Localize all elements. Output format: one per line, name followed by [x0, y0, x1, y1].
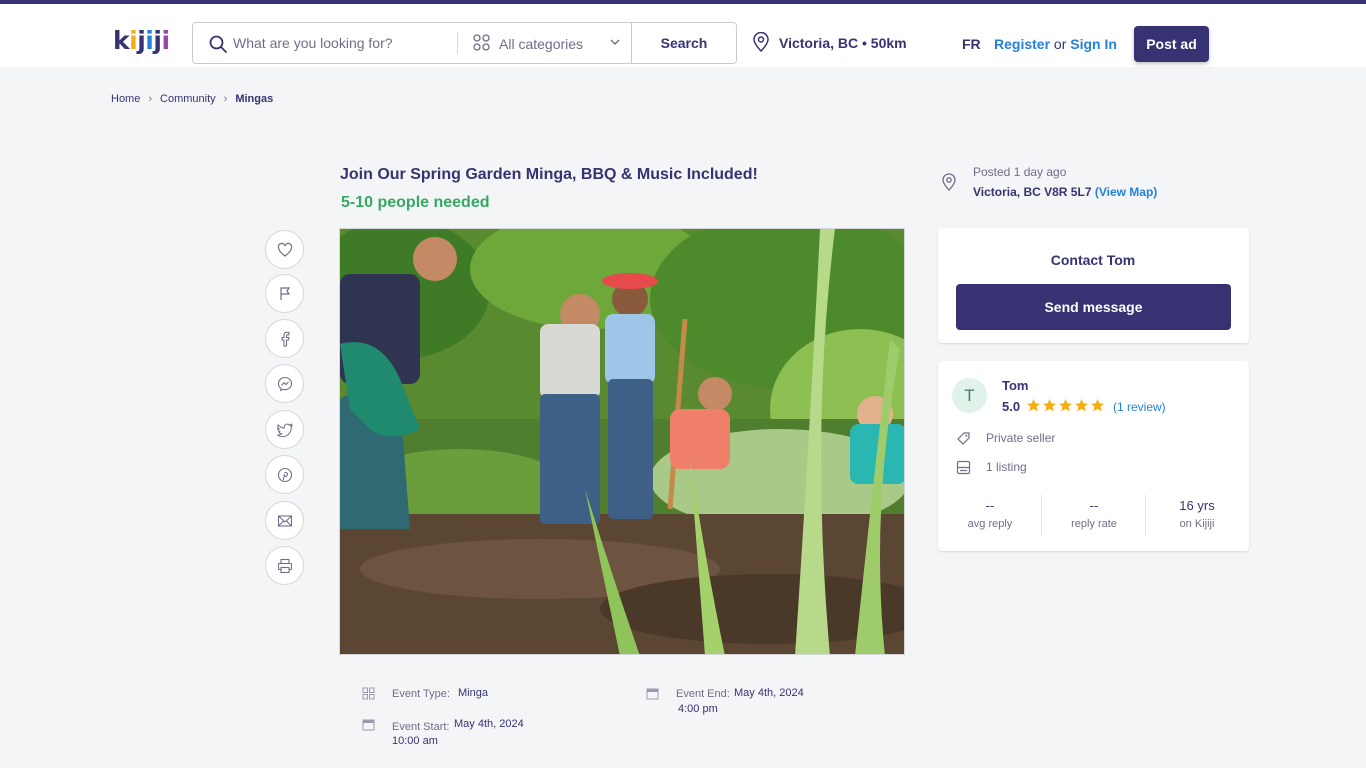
post-ad-button[interactable]: Post ad	[1134, 26, 1209, 62]
event-start-time: 10:00 am	[392, 735, 438, 747]
categories-grid-icon	[473, 34, 490, 51]
event-start-row: Event Start: May 4th, 2024 10:00 am	[362, 718, 612, 750]
calendar-icon	[646, 688, 659, 700]
posted-date: Posted 1 day ago	[973, 165, 1067, 179]
event-start-label: Event Start:	[392, 721, 450, 733]
ad-photo[interactable]	[339, 228, 905, 655]
listings-count[interactable]: 1 listing	[986, 460, 1027, 474]
twitter-icon	[277, 423, 293, 438]
event-end-date: May 4th, 2024	[734, 687, 804, 699]
breadcrumb-separator-icon: ›	[223, 93, 228, 105]
stat-value: --	[985, 498, 995, 513]
share-messenger-button[interactable]	[265, 364, 304, 403]
stat-value: --	[1089, 498, 1099, 513]
ad-title: Join Our Spring Garden Minga, BBQ & Musi…	[340, 166, 758, 183]
rating-stars	[1026, 398, 1106, 414]
star-icon	[1091, 399, 1104, 412]
seller-type-row: Private seller	[956, 431, 1156, 447]
seller-name[interactable]: Tom	[1002, 378, 1028, 393]
register-link[interactable]: Register	[994, 36, 1050, 52]
contact-title: Contact Tom	[1050, 252, 1136, 268]
search-icon	[209, 35, 227, 53]
seller-rating: 5.0	[1002, 399, 1021, 414]
listings-row: 1 listing	[956, 460, 1156, 476]
avatar[interactable]: T	[952, 378, 987, 413]
listing-icon	[956, 460, 971, 475]
language-toggle[interactable]: FR	[962, 36, 981, 52]
garden-photo-image	[340, 229, 904, 654]
search-button[interactable]: Search	[632, 22, 737, 64]
share-pinterest-button[interactable]	[265, 455, 304, 494]
event-start-date: May 4th, 2024	[454, 718, 524, 730]
messenger-icon	[277, 376, 293, 392]
seller-type: Private seller	[986, 431, 1056, 445]
stat-reply-rate: -- reply rate	[1042, 498, 1146, 530]
listing-address: Victoria, BC V8R 5L7 (View Map)	[973, 185, 1157, 199]
print-button[interactable]	[265, 546, 304, 585]
calendar-icon	[362, 719, 375, 731]
stat-label: avg reply	[967, 518, 1013, 530]
reviews-link[interactable]: (1 review)	[1113, 400, 1166, 414]
people-needed: 5-10 people needed	[341, 194, 490, 211]
star-icon	[1027, 399, 1040, 412]
star-icon	[1075, 399, 1088, 412]
breadcrumb-current: Mingas	[235, 93, 274, 105]
or-text: or	[1053, 36, 1067, 52]
event-type-value: Minga	[458, 687, 488, 699]
category-icon	[362, 687, 375, 700]
breadcrumb: Home › Community › Mingas	[111, 93, 273, 105]
category-select[interactable]: All categories	[473, 23, 631, 63]
stat-label: on Kijiji	[1179, 518, 1215, 530]
email-icon	[277, 515, 293, 527]
report-button[interactable]	[265, 274, 304, 313]
heart-icon	[277, 242, 293, 257]
map-pin-icon	[753, 32, 769, 52]
facebook-icon	[281, 331, 290, 347]
stat-value: 16 yrs	[1179, 498, 1215, 513]
kijiji-logo[interactable]: kijiji	[113, 26, 170, 55]
stat-years-on-kijiji: 16 yrs on Kijiji	[1145, 498, 1249, 530]
tag-icon	[957, 432, 970, 445]
breadcrumb-home[interactable]: Home	[111, 93, 140, 105]
map-pin-icon	[942, 173, 956, 191]
stat-avg-reply: -- avg reply	[938, 498, 1042, 530]
share-facebook-button[interactable]	[265, 319, 304, 358]
auth-links: Register or Sign In	[994, 36, 1117, 52]
chevron-down-icon	[610, 39, 620, 45]
event-end-time: 4:00 pm	[678, 703, 718, 715]
event-end-row: Event End: May 4th, 2024 4:00 pm	[646, 687, 896, 719]
search-divider	[457, 32, 458, 54]
breadcrumb-community[interactable]: Community	[160, 93, 216, 105]
site-header: kijiji All categories Search Victoria, B…	[0, 4, 1366, 67]
event-type-label: Event Type:	[392, 688, 450, 700]
event-type-row: Event Type: Minga	[362, 687, 612, 703]
address-text: Victoria, BC V8R 5L7	[973, 185, 1092, 199]
stat-label: reply rate	[1071, 518, 1117, 530]
search-input[interactable]	[233, 23, 455, 63]
contact-card: Contact Tom Send message	[938, 228, 1249, 343]
share-twitter-button[interactable]	[265, 410, 304, 449]
event-end-label: Event End:	[676, 688, 730, 700]
share-email-button[interactable]	[265, 501, 304, 540]
search-bar: All categories	[192, 22, 632, 64]
category-label: All categories	[499, 36, 584, 52]
seller-card: T Tom 5.0 (1 review) Private seller 1 li…	[938, 361, 1249, 551]
send-message-button[interactable]: Send message	[956, 284, 1231, 330]
location-label: Victoria, BC • 50km	[779, 35, 907, 51]
view-map-link[interactable]: (View Map)	[1095, 185, 1157, 199]
flag-icon	[280, 287, 291, 300]
breadcrumb-separator-icon: ›	[148, 93, 153, 105]
favorite-button[interactable]	[265, 230, 304, 269]
star-icon	[1043, 399, 1056, 412]
sign-in-link[interactable]: Sign In	[1070, 36, 1117, 52]
star-icon	[1059, 399, 1072, 412]
print-icon	[277, 558, 293, 574]
pinterest-icon	[277, 467, 293, 483]
